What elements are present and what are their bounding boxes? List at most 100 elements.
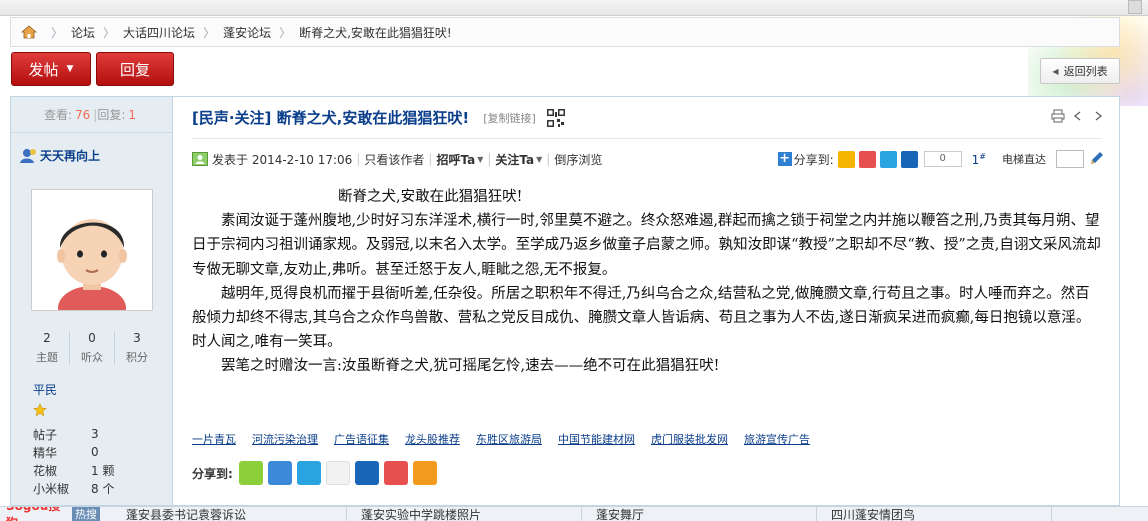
new-post-button[interactable]: 发帖 ▼ [11, 52, 91, 86]
hot-search-item[interactable]: 蓬安县委书记袁蓉诉讼 [112, 507, 347, 521]
renren-share-icon[interactable] [900, 150, 918, 168]
floor-number[interactable]: 1# [972, 152, 986, 167]
stat-value: 1 颗 [91, 463, 115, 478]
post-paragraph: 素闻汝诞于蓬州腹地,少时好习东洋淫术,横行一时,邻里莫不避之。终众怒难遏,群起而… [192, 213, 1101, 278]
stat-label: 精华 [33, 445, 58, 460]
breadcrumb-separator: 〉 [103, 25, 116, 40]
count-value: 0 [88, 331, 96, 345]
views-count: 76 [75, 107, 91, 122]
count-points[interactable]: 3 积分 [115, 331, 159, 365]
stat-row: 精华 0 [33, 443, 153, 461]
meta-divider: | [356, 152, 361, 166]
arrow-left-icon: ◀ [1052, 66, 1059, 76]
post-panel: 查看: 76 | 回复: 1 天天再向上 2 主题 0 听众 3 积分 平民 帖… [10, 96, 1120, 506]
breadcrumb-sichuan[interactable]: 大话四川论坛 [123, 24, 195, 41]
prev-thread-icon[interactable] [1071, 109, 1085, 123]
reply-button[interactable]: 回复 [96, 52, 174, 86]
more-share-icon[interactable] [412, 461, 437, 485]
qq-weibo-share-icon[interactable] [296, 461, 321, 485]
caret-down-icon: ▼ [536, 154, 543, 164]
share-count: 0 [923, 151, 962, 167]
ad-link[interactable]: 龙头股推荐 [405, 431, 460, 447]
renren-share-icon[interactable] [354, 461, 379, 485]
breadcrumb-forum[interactable]: 论坛 [71, 24, 95, 41]
qzone-share-icon[interactable] [837, 150, 855, 168]
author-username[interactable]: 天天再向上 [40, 147, 100, 164]
count-label: 听众 [81, 351, 103, 364]
title-divider [192, 138, 1102, 139]
breadcrumb-separator: 〉 [51, 25, 64, 40]
ad-link[interactable]: 旅游宣传广告 [744, 431, 810, 447]
post-time: 发表于 2014-2-10 17:06 [212, 152, 353, 167]
stat-label: 帖子 [33, 427, 58, 442]
follow-author-button[interactable]: 关注Ta [495, 151, 534, 168]
browser-top-strip [0, 0, 1148, 16]
title-tools [1051, 109, 1105, 123]
user-rank[interactable]: 平民 [33, 381, 57, 398]
ad-link[interactable]: 广告语征集 [334, 431, 389, 447]
share-bottom: 分享到: [192, 461, 442, 485]
back-to-list-label: 返回列表 [1063, 65, 1108, 78]
floor-jump-input[interactable] [1056, 150, 1084, 168]
ad-link[interactable]: 中国节能建材网 [558, 431, 635, 447]
author-profile-stats: 帖子 3 精华 0 花椒 1 颗 小米椒 8 个 [33, 425, 153, 497]
breadcrumb: 〉 论坛 〉 大话四川论坛 〉 蓬安论坛 〉 断脊之犬,安敢在此猖猖狂吠! [10, 17, 1120, 47]
pen-icon[interactable] [1088, 151, 1104, 167]
avatar[interactable] [31, 189, 153, 330]
print-icon[interactable] [1051, 109, 1065, 123]
thread-stats: 查看: 76 | 回复: 1 [11, 97, 172, 133]
reverse-order-link[interactable]: 倒序浏览 [554, 151, 602, 168]
hot-search-tag: 热搜 [72, 507, 100, 521]
stat-label: 花椒 [33, 463, 58, 478]
sogou-logo[interactable]: Sogou搜狗 [6, 507, 72, 521]
post-title: [民声·关注] 断脊之犬,安敢在此猖猖狂吠! [192, 109, 470, 127]
hot-search-item[interactable]: 蓬安实验中学跳楼照片 [347, 507, 582, 521]
kaixin-share-icon[interactable] [383, 461, 408, 485]
replies-label: 回复: [97, 108, 126, 122]
ad-link[interactable]: 东胜区旅游局 [476, 431, 542, 447]
ad-link[interactable]: 河流污染治理 [252, 431, 318, 447]
qr-code-icon[interactable] [545, 107, 566, 128]
count-label: 积分 [126, 351, 148, 364]
breadcrumb-thread[interactable]: 断脊之犬,安敢在此猖猖狂吠! [299, 24, 452, 41]
scroll-button[interactable] [1128, 0, 1142, 14]
stat-value: 0 [91, 445, 99, 459]
count-label: 主题 [36, 351, 58, 364]
floor-mark: # [979, 151, 986, 161]
count-listeners[interactable]: 0 听众 [70, 331, 115, 365]
qzone-share-icon[interactable] [267, 461, 292, 485]
qq-weibo-share-icon[interactable] [879, 150, 897, 168]
home-icon[interactable] [21, 25, 37, 39]
post-paragraph: 罢笔之时赠汝一言:汝虽断脊之犬,犹可摇尾乞怜,速去——绝不可在此猖猖狂吠! [221, 358, 720, 375]
next-thread-icon[interactable] [1091, 109, 1105, 123]
ad-link[interactable]: 一片青瓦 [192, 431, 236, 447]
meta-right: + 分享到: 0 1# 电梯直达 [777, 150, 1104, 168]
share-plus-icon[interactable]: + [777, 152, 792, 166]
breadcrumb-pengan[interactable]: 蓬安论坛 [223, 24, 271, 41]
views-label: 查看: [43, 108, 73, 122]
only-author-link[interactable]: 只看该作者 [364, 151, 424, 168]
post-body: 断脊之犬,安敢在此猖猖狂吠! 素闻汝诞于蓬州腹地,少时好习东洋淫术,横行一时,邻… [192, 185, 1104, 379]
ad-link[interactable]: 虎门服装批发网 [651, 431, 728, 447]
caret-down-icon: ▼ [66, 64, 74, 74]
weibo-share-icon[interactable] [325, 461, 350, 485]
hot-search-item[interactable]: 四川蓬安情团鸟 [817, 507, 1052, 521]
meta-divider: | [428, 152, 433, 166]
reply-label: 回复 [119, 60, 150, 79]
stat-value: 8 个 [91, 481, 115, 496]
post-paragraph: 越明年,觅得良机而擢于县衙听差,任杂役。所居之职积年不得迁,乃纠乌合之众,结营私… [192, 285, 1091, 351]
copy-link-button[interactable]: [复制链接] [483, 110, 536, 126]
greet-author-button[interactable]: 招呼Ta [436, 151, 475, 168]
back-to-list-button[interactable]: ◀ 返回列表 [1040, 58, 1120, 84]
post-content: [民声·关注] 断脊之犬,安敢在此猖猖狂吠! [复制链接] 发表于 2014-2… [174, 97, 1119, 505]
author-sidebar: 查看: 76 | 回复: 1 天天再向上 2 主题 0 听众 3 积分 平民 帖… [11, 97, 173, 505]
green-star-share-icon[interactable] [238, 461, 263, 485]
share-label: 分享到: [793, 152, 834, 167]
meta-divider: | [487, 152, 492, 166]
replies-count: 1 [128, 107, 137, 122]
post-title-row: [民声·关注] 断脊之犬,安敢在此猖猖狂吠! [复制链接] [192, 107, 566, 128]
count-topics[interactable]: 2 主题 [25, 331, 70, 365]
share-bottom-label: 分享到: [192, 466, 233, 481]
hot-search-item[interactable]: 蓬安舞厅 [582, 507, 817, 521]
weibo-share-icon[interactable] [858, 150, 876, 168]
